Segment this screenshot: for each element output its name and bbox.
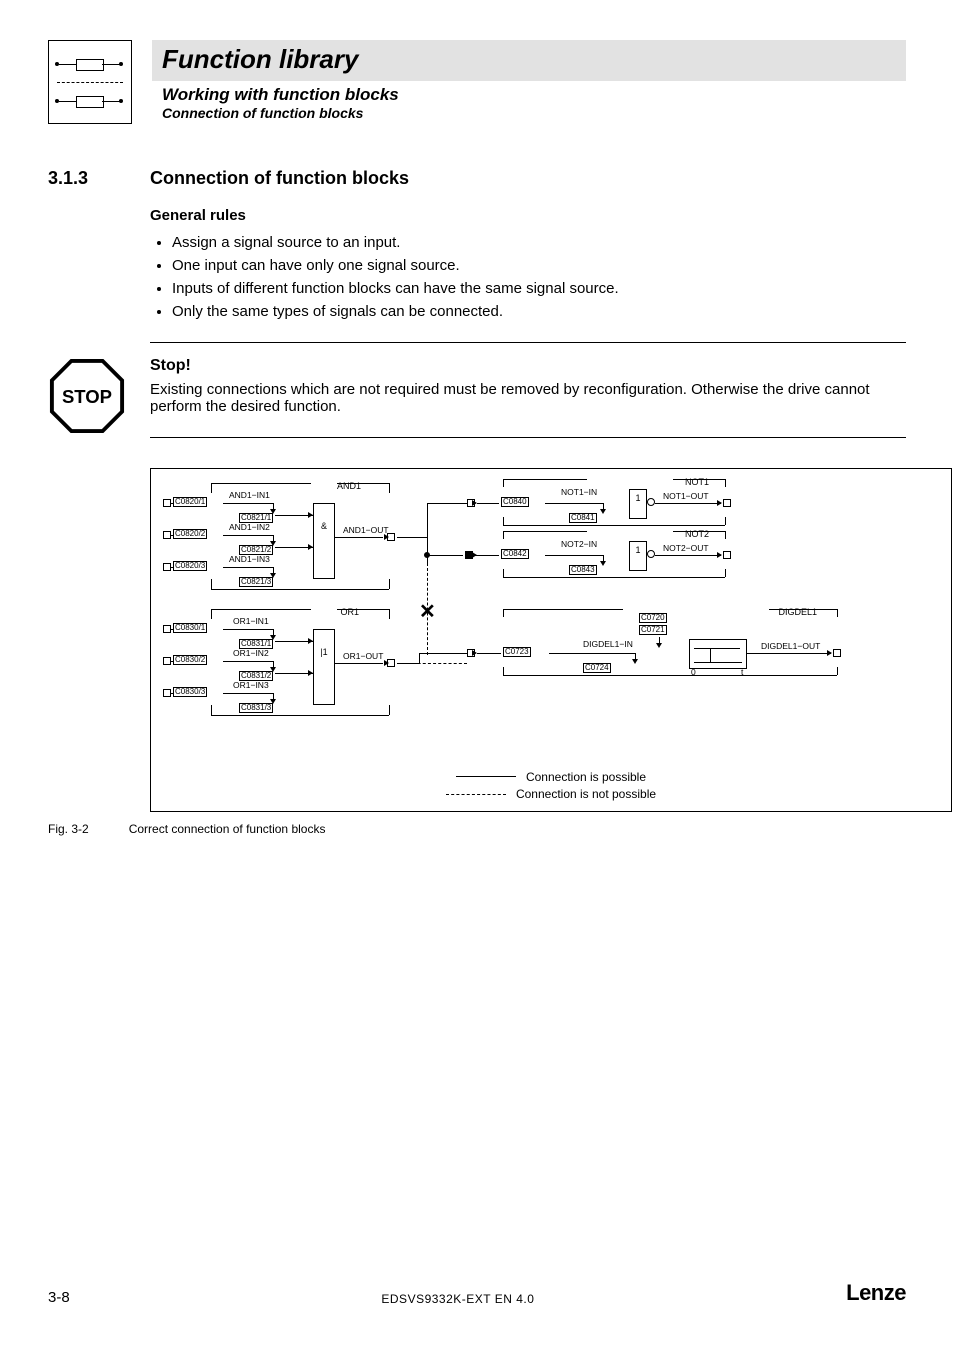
not1-gate: 1 <box>629 489 647 519</box>
diagram-legend: Connection is possible Connection is not… <box>151 766 951 801</box>
document-id: EDSVS9332K-EXT EN 4.0 <box>381 1292 534 1306</box>
rule-item: Only the same types of signals can be co… <box>172 303 906 320</box>
page-subtitle-2: Connection of function blocks <box>152 105 906 121</box>
page-title: Function library <box>152 40 906 81</box>
figure-caption: Correct connection of function blocks <box>129 822 326 836</box>
not2-gate: 1 <box>629 541 647 571</box>
figure-number: Fig. 3-2 <box>48 822 89 836</box>
stop-sign-icon: STOP <box>48 357 126 440</box>
and1-title: AND1 <box>337 481 361 491</box>
not2-title: NOT2 <box>685 529 709 539</box>
stop-text: Existing connections which are not requi… <box>150 381 906 415</box>
page-subtitle-1: Working with function blocks <box>152 81 906 105</box>
rule-item: One input can have only one signal sourc… <box>172 257 906 274</box>
digdel1-title: DIGDEL1 <box>778 607 817 617</box>
section-title: Connection of function blocks <box>150 168 409 189</box>
or1-title: OR1 <box>340 607 359 617</box>
page-number: 3-8 <box>48 1289 70 1306</box>
and1-gate: & <box>313 503 335 579</box>
svg-text:STOP: STOP <box>62 386 112 407</box>
or1-gate: |1 <box>313 629 335 705</box>
stop-heading: Stop! <box>150 357 906 375</box>
general-rules-list: Assign a signal source to an input. One … <box>172 234 906 320</box>
brand-logo: Lenze <box>846 1280 906 1306</box>
fb-mini-icon <box>48 40 132 124</box>
not1-title: NOT1 <box>685 477 709 487</box>
section-number: 3.1.3 <box>48 168 120 189</box>
rule-item: Assign a signal source to an input. <box>172 234 906 251</box>
rule-item: Inputs of different function blocks can … <box>172 280 906 297</box>
general-rules-heading: General rules <box>150 207 906 224</box>
fb-connection-diagram: AND1 & AND1−OUT C0820/1 AND1−IN1 C0821/1 <box>150 468 952 812</box>
